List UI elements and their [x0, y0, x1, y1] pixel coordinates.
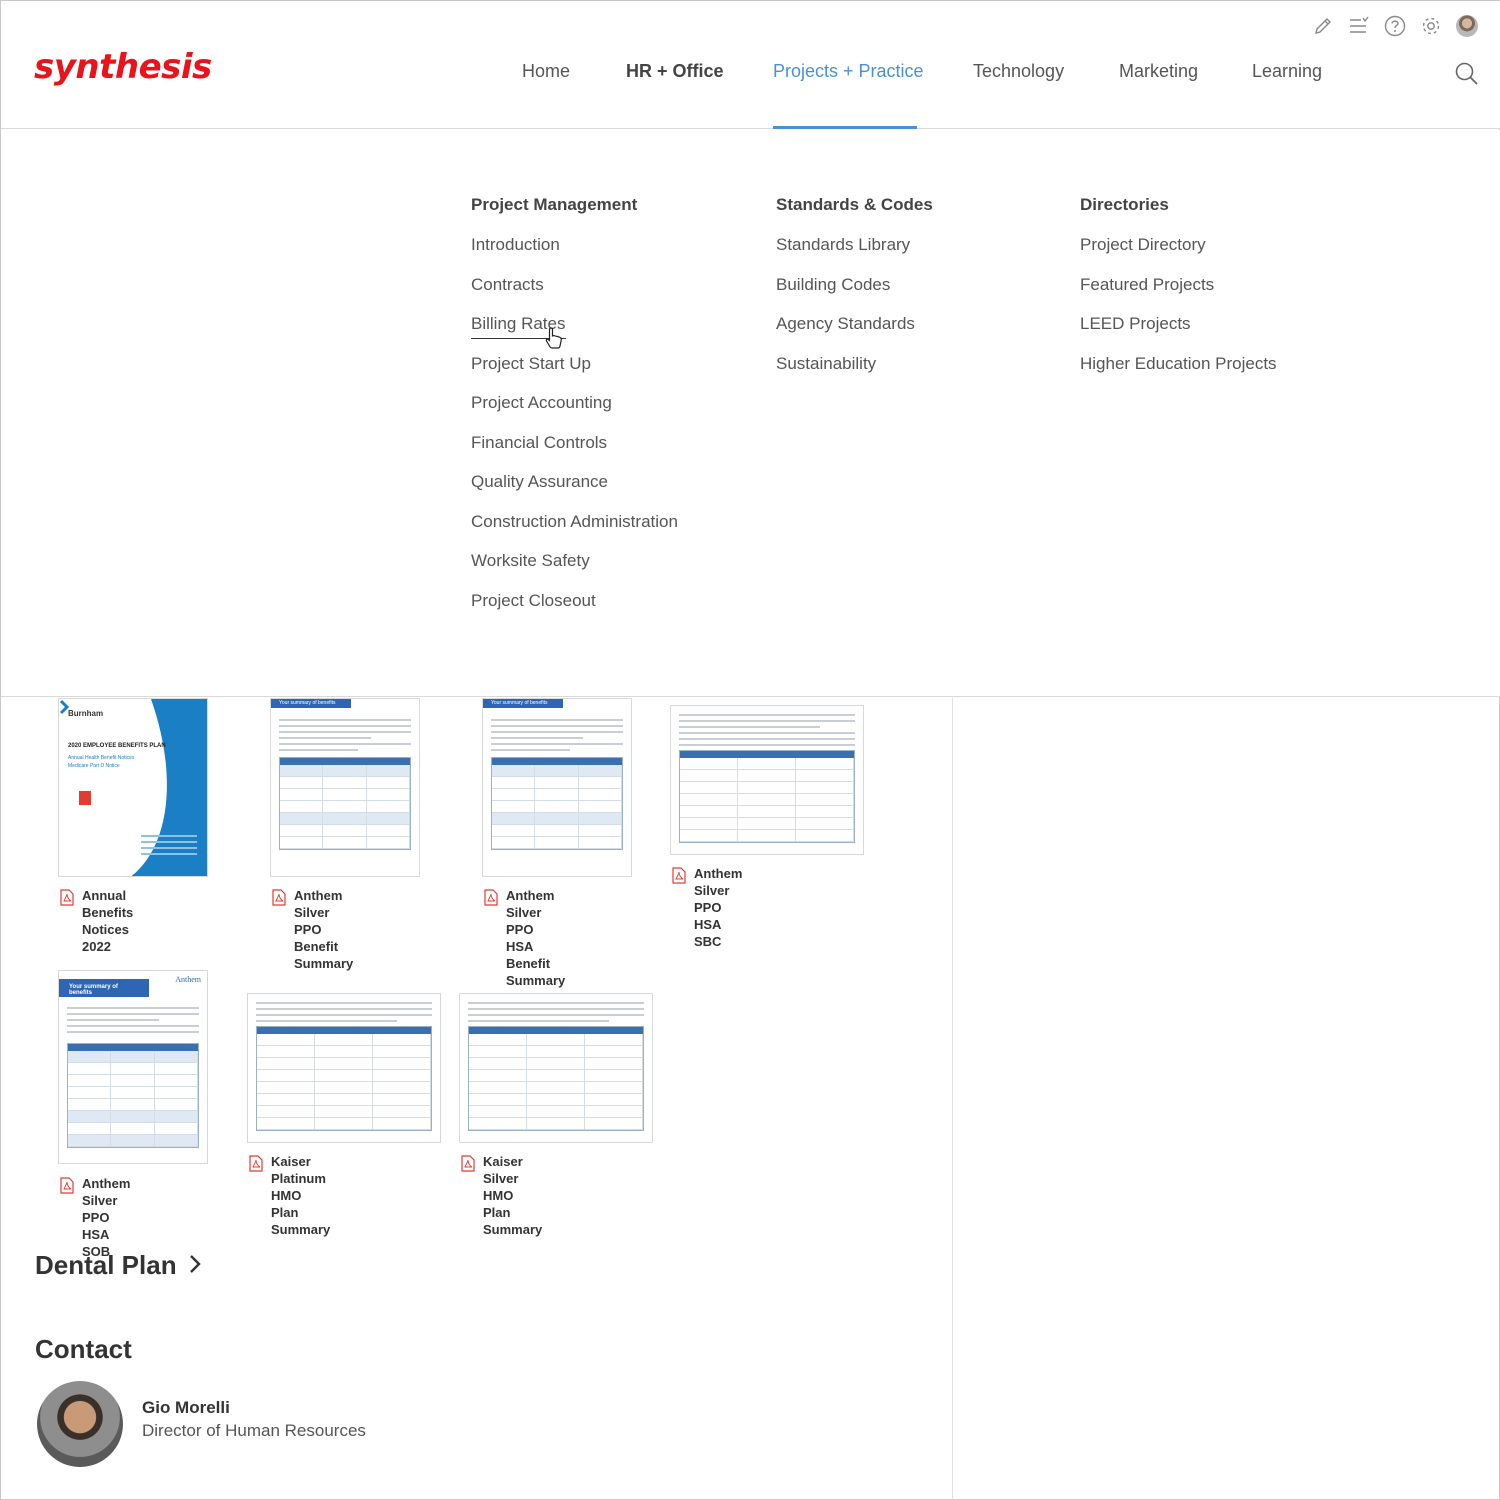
document-thumbnail[interactable]: Your summary of benefits: [270, 698, 420, 877]
menu-item-project-start-up[interactable]: Project Start Up: [471, 354, 678, 394]
menu-column-title: Project Management: [471, 195, 638, 214]
dental-plan-link[interactable]: Dental Plan: [35, 1250, 201, 1281]
menu-column-title: Standards & Codes: [776, 195, 933, 214]
thumb-banner: Your summary of benefits: [59, 979, 149, 997]
menu-item-sustainability[interactable]: Sustainability: [776, 354, 933, 394]
document-title[interactable]: Anthem Silver PPO HSA SBC: [694, 865, 742, 950]
pdf-icon: [60, 1177, 74, 1260]
document-thumbnail[interactable]: Burnham 2020 EMPLOYEE BENEFITS PLAN Annu…: [58, 698, 208, 877]
menu-item-project-accounting[interactable]: Project Accounting: [471, 393, 678, 433]
thumb-title: 2020 EMPLOYEE BENEFITS PLAN: [68, 743, 166, 749]
thumb-brand: Burnham: [68, 709, 104, 718]
pdf-icon: [60, 889, 74, 955]
document-thumbnail[interactable]: Your summary of benefits: [482, 698, 632, 877]
menu-item-higher-education-projects[interactable]: Higher Education Projects: [1080, 354, 1277, 394]
menu-item-agency-standards[interactable]: Agency Standards: [776, 314, 933, 354]
document-title[interactable]: Kaiser Silver HMO Plan Summary: [483, 1153, 542, 1238]
user-avatar[interactable]: [1455, 14, 1479, 38]
list-icon[interactable]: [1347, 14, 1371, 38]
chevron-right-icon: [189, 1250, 201, 1281]
search-icon[interactable]: [1454, 61, 1480, 92]
pdf-icon: [672, 867, 686, 950]
menu-item-featured-projects[interactable]: Featured Projects: [1080, 275, 1277, 315]
menu-item-financial-controls[interactable]: Financial Controls: [471, 433, 678, 473]
nav-home[interactable]: Home: [522, 61, 570, 82]
thumb-banner: Your summary of benefits: [271, 699, 351, 708]
main-nav: Home HR + Office Projects + Practice Tec…: [1, 61, 1500, 129]
menu-item-construction-administration[interactable]: Construction Administration: [471, 512, 678, 552]
document-thumbnail[interactable]: Your summary of benefits Anthem: [58, 970, 208, 1164]
menu-item-project-closeout[interactable]: Project Closeout: [471, 591, 678, 631]
document-thumbnail[interactable]: [459, 993, 653, 1143]
menu-item-quality-assurance[interactable]: Quality Assurance: [471, 472, 678, 512]
help-icon[interactable]: [1383, 14, 1407, 38]
menu-column-directories: Directories Project Directory Featured P…: [1080, 195, 1277, 393]
nav-projects-practice[interactable]: Projects + Practice: [773, 61, 924, 82]
page-frame: synthesis Home HR + Office Projects + Pr…: [0, 0, 1500, 1500]
hand-cursor-icon: [545, 327, 563, 354]
document-title[interactable]: Anthem Silver PPO Benefit Summary: [294, 887, 353, 972]
contact-heading: Contact: [35, 1334, 132, 1364]
nav-hr-office[interactable]: HR + Office: [626, 61, 724, 82]
menu-item-contracts[interactable]: Contracts: [471, 275, 678, 315]
contact-role: Director of Human Resources: [142, 1421, 366, 1440]
section-title: Dental Plan: [35, 1250, 177, 1280]
nav-technology[interactable]: Technology: [973, 61, 1064, 82]
mega-menu: Project Management Introduction Contract…: [1, 130, 1500, 697]
pdf-icon: [461, 1155, 475, 1238]
pdf-icon: [272, 889, 286, 972]
page-content: Burnham 2020 EMPLOYEE BENEFITS PLAN Annu…: [1, 698, 1500, 1500]
thumb-banner: Your summary of benefits: [483, 699, 563, 708]
menu-column-standards-codes: Standards & Codes Standards Library Buil…: [776, 195, 933, 393]
pencil-icon[interactable]: [1311, 14, 1335, 38]
pdf-icon: [249, 1155, 263, 1238]
gear-icon[interactable]: [1419, 14, 1443, 38]
document-thumbnail[interactable]: [247, 993, 441, 1143]
menu-item-project-directory[interactable]: Project Directory: [1080, 235, 1277, 275]
document-title[interactable]: Anthem Silver PPO HSA SOB: [82, 1175, 130, 1260]
column-divider: [952, 698, 953, 1500]
nav-active-indicator: [773, 126, 917, 129]
thumb-brand: Anthem: [175, 975, 201, 984]
utility-bar: [1311, 14, 1479, 38]
menu-column-title: Directories: [1080, 195, 1169, 214]
menu-item-worksite-safety[interactable]: Worksite Safety: [471, 551, 678, 591]
contact-avatar: [37, 1381, 123, 1467]
document-title[interactable]: Anthem Silver PPO HSA Benefit Summary: [506, 887, 565, 989]
pdf-icon: [484, 889, 498, 989]
contact-name[interactable]: Gio Morelli: [142, 1398, 230, 1418]
menu-item-building-codes[interactable]: Building Codes: [776, 275, 933, 315]
document-title[interactable]: Kaiser Platinum HMO Plan Summary: [271, 1153, 330, 1238]
document-title[interactable]: Annual Benefits Notices 2022: [82, 887, 133, 955]
thumb-logo-mark: [79, 791, 91, 805]
document-thumbnail[interactable]: [670, 705, 864, 855]
menu-item-billing-rates[interactable]: Billing Rates: [471, 314, 678, 354]
nav-learning[interactable]: Learning: [1252, 61, 1322, 82]
menu-item-leed-projects[interactable]: LEED Projects: [1080, 314, 1277, 354]
menu-column-project-management: Project Management Introduction Contract…: [471, 195, 678, 630]
thumb-subtitle: Annual Health Benefit Notices: [68, 755, 135, 761]
nav-marketing[interactable]: Marketing: [1119, 61, 1198, 82]
thumb-subtitle: Medicare Part D Notice: [68, 763, 120, 769]
site-header: synthesis Home HR + Office Projects + Pr…: [1, 1, 1500, 129]
menu-item-standards-library[interactable]: Standards Library: [776, 235, 933, 275]
menu-item-introduction[interactable]: Introduction: [471, 235, 678, 275]
